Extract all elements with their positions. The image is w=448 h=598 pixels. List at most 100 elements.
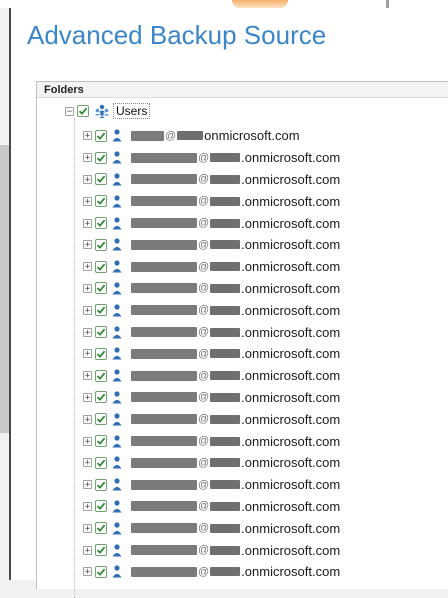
user-row[interactable]: + @ .onmicrosoft.com	[83, 278, 340, 300]
user-checkbox[interactable]	[95, 369, 107, 382]
redacted-domain	[210, 240, 241, 250]
user-icon	[112, 391, 131, 404]
tree-root-users[interactable]: − Users	[65, 102, 151, 120]
user-row[interactable]: + @ .onmicrosoft.com	[83, 256, 340, 278]
email-suffix: .onmicrosoft.com	[241, 215, 341, 231]
users-checkbox[interactable]	[77, 105, 89, 117]
user-row[interactable]: + @ .onmicrosoft.com	[83, 517, 340, 539]
user-row[interactable]: + @ .onmicrosoft.com	[83, 169, 340, 191]
user-row[interactable]: + @ .onmicrosoft.com	[83, 234, 340, 256]
redacted-username	[131, 501, 197, 512]
expand-icon[interactable]: +	[83, 545, 92, 555]
expand-icon[interactable]: +	[83, 392, 92, 402]
user-row[interactable]: + @ .onmicrosoft.com	[83, 299, 340, 321]
user-row[interactable]: + @ .onmicrosoft.com	[83, 430, 340, 452]
user-checkbox[interactable]	[95, 565, 107, 578]
user-checkbox[interactable]	[95, 282, 107, 295]
user-checkbox[interactable]	[95, 478, 107, 491]
user-checkbox[interactable]	[95, 326, 107, 339]
expand-icon[interactable]: +	[83, 327, 92, 337]
redacted-domain	[210, 153, 241, 163]
user-checkbox[interactable]	[95, 173, 107, 186]
user-icon	[112, 216, 131, 230]
redacted-username	[131, 545, 197, 556]
email-suffix: .onmicrosoft.com	[241, 564, 341, 580]
collapse-icon[interactable]: −	[65, 106, 74, 116]
user-checkbox[interactable]	[95, 260, 107, 273]
user-row[interactable]: + @ .onmicrosoft.com	[83, 365, 340, 387]
users-label[interactable]: Users	[113, 103, 151, 119]
user-checkbox[interactable]	[95, 435, 107, 448]
redacted-domain	[210, 305, 241, 315]
email-at-sign: @	[198, 195, 210, 208]
expand-icon[interactable]: +	[83, 262, 92, 272]
expand-icon[interactable]: +	[83, 523, 92, 533]
redacted-domain	[210, 196, 241, 206]
user-row[interactable]: + @ onmicrosoft.com	[83, 125, 340, 147]
user-icon	[112, 238, 131, 251]
user-checkbox[interactable]	[95, 195, 107, 208]
email-suffix: .onmicrosoft.com	[241, 542, 341, 558]
dialog-title: Advanced Backup Source	[27, 20, 327, 50]
user-icon	[112, 260, 131, 273]
email-suffix: .onmicrosoft.com	[241, 193, 341, 209]
expand-icon[interactable]: +	[83, 567, 92, 577]
user-checkbox[interactable]	[95, 522, 107, 535]
expand-icon[interactable]: +	[83, 131, 92, 141]
redacted-domain	[210, 567, 241, 577]
user-checkbox[interactable]	[95, 544, 107, 557]
user-icon	[112, 347, 131, 360]
redacted-username	[131, 392, 197, 403]
redacted-username	[131, 152, 197, 163]
user-icon	[112, 369, 131, 382]
user-row[interactable]: + @ .onmicrosoft.com	[83, 343, 340, 365]
user-row[interactable]: + @ .onmicrosoft.com	[83, 408, 340, 430]
user-checkbox[interactable]	[95, 304, 107, 317]
user-checkbox[interactable]	[95, 217, 107, 230]
email-at-sign: @	[198, 478, 210, 491]
expand-icon[interactable]: +	[83, 371, 92, 381]
expand-icon[interactable]: +	[83, 349, 92, 359]
user-row[interactable]: + @ .onmicrosoft.com	[83, 190, 340, 212]
expand-icon[interactable]: +	[83, 283, 92, 293]
email-suffix: onmicrosoft.com	[204, 128, 300, 144]
email-suffix: .onmicrosoft.com	[241, 433, 341, 449]
user-checkbox[interactable]	[95, 413, 107, 426]
user-row[interactable]: + @ .onmicrosoft.com	[83, 474, 340, 496]
user-checkbox[interactable]	[95, 500, 107, 513]
expand-icon[interactable]: +	[83, 480, 92, 490]
user-row[interactable]: + @ .onmicrosoft.com	[83, 321, 340, 343]
expand-icon[interactable]: +	[83, 436, 92, 446]
expand-icon[interactable]: +	[83, 174, 92, 184]
user-checkbox[interactable]	[95, 151, 107, 164]
expand-icon[interactable]: +	[83, 501, 92, 511]
user-row[interactable]: + @ .onmicrosoft.com	[83, 561, 340, 583]
expand-icon[interactable]: +	[83, 414, 92, 424]
user-checkbox[interactable]	[95, 347, 107, 360]
email-at-sign: @	[198, 369, 210, 382]
redacted-domain	[210, 392, 241, 402]
user-row[interactable]: + @ .onmicrosoft.com	[83, 212, 340, 234]
redacted-username	[131, 174, 197, 185]
email-at-sign: @	[198, 304, 210, 317]
user-row[interactable]: + @ .onmicrosoft.com	[83, 387, 340, 409]
redacted-username	[131, 218, 197, 229]
expand-icon[interactable]: +	[83, 196, 92, 206]
expand-icon[interactable]: +	[83, 153, 92, 163]
expand-icon[interactable]: +	[83, 218, 92, 228]
redacted-domain	[210, 545, 241, 555]
user-checkbox[interactable]	[95, 456, 107, 469]
expand-icon[interactable]: +	[83, 240, 92, 250]
user-row[interactable]: + @ .onmicrosoft.com	[83, 539, 340, 561]
user-checkbox[interactable]	[95, 238, 107, 251]
redacted-username	[131, 305, 197, 316]
user-checkbox[interactable]	[95, 129, 107, 142]
user-row[interactable]: + @ .onmicrosoft.com	[83, 496, 340, 518]
user-checkbox[interactable]	[95, 391, 107, 404]
expand-icon[interactable]: +	[83, 458, 92, 468]
redacted-username	[131, 523, 197, 534]
user-row[interactable]: + @ .onmicrosoft.com	[83, 452, 340, 474]
expand-icon[interactable]: +	[83, 305, 92, 315]
background-shade	[0, 145, 9, 433]
user-row[interactable]: + @ .onmicrosoft.com	[83, 147, 340, 169]
